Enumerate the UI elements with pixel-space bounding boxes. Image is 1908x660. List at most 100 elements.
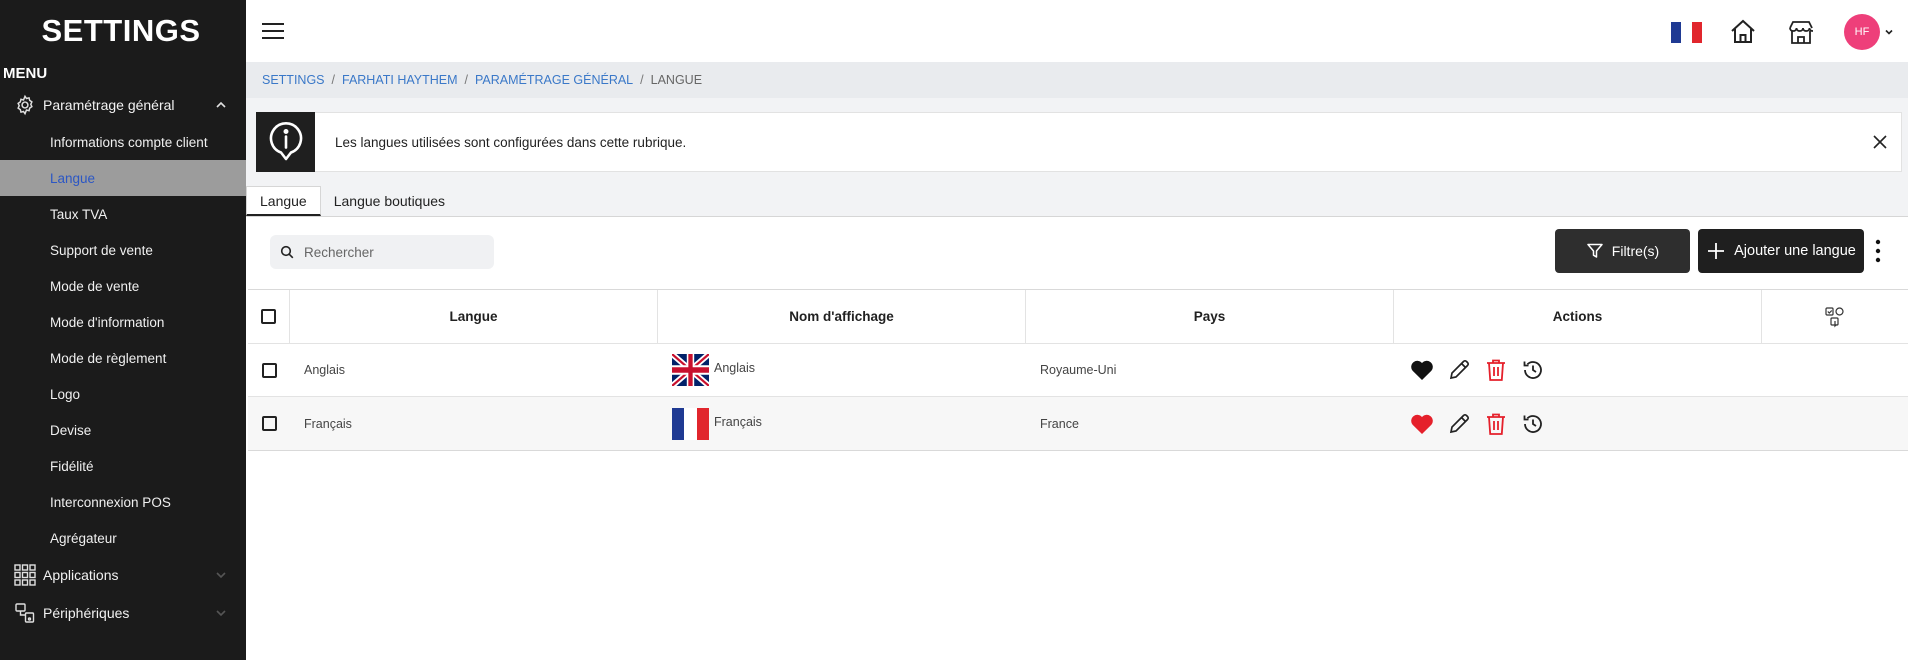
add-language-button[interactable]: Ajouter une langue: [1698, 229, 1864, 273]
sidebar-item-label: Mode de règlement: [50, 350, 167, 366]
home-icon[interactable]: [1728, 17, 1758, 47]
sidebar-item-label: Mode de vente: [50, 278, 140, 294]
sidebar-group-peripheriques[interactable]: Périphériques: [0, 594, 246, 632]
sidebar-item-fidelite[interactable]: Fidélité: [0, 448, 246, 484]
sidebar-item-label: Informations compte client: [50, 134, 208, 150]
sidebar-group-applications-label: Applications: [43, 567, 119, 583]
cell-nom-affichage: Français: [658, 397, 1026, 450]
fr-flag-icon: [672, 407, 709, 440]
cell-nom-affichage: Anglais: [658, 344, 1026, 396]
filter-icon: [1587, 243, 1603, 258]
cell-pays: Royaume-Uni: [1040, 363, 1117, 377]
breadcrumb-account[interactable]: FARHATI HAYTHEM: [342, 73, 458, 87]
row-select-cell: [248, 344, 290, 396]
grid-icon: [13, 563, 37, 587]
tab-langue-boutiques[interactable]: Langue boutiques: [321, 186, 458, 216]
sidebar-item-logo[interactable]: Logo: [0, 376, 246, 412]
sidebar-item-devise[interactable]: Devise: [0, 412, 246, 448]
history-icon[interactable]: [1519, 410, 1547, 438]
sidebar-item-mode-de-vente[interactable]: Mode de vente: [0, 268, 246, 304]
breadcrumb-current: LANGUE: [650, 73, 703, 87]
delete-trash-icon[interactable]: [1482, 410, 1510, 438]
row-checkbox[interactable]: [261, 362, 277, 378]
sidebar-item-label: Fidélité: [50, 458, 94, 474]
column-header-nom-affichage[interactable]: Nom d'affichage: [658, 290, 1026, 343]
column-header-pays[interactable]: Pays: [1026, 290, 1394, 343]
sidebar-item-langue[interactable]: Langue: [0, 160, 246, 196]
row-extra-cell: [1762, 344, 1908, 396]
sidebar-group-general[interactable]: Paramétrage général: [0, 86, 246, 124]
breadcrumb-parametrage-general[interactable]: PARAMÉTRAGE GÉNÉRAL: [475, 73, 633, 87]
sidebar: SETTINGS MENU Paramétrage général Inform…: [0, 0, 246, 660]
info-icon: [256, 112, 315, 172]
table-row: Français Français France: [248, 397, 1908, 450]
breadcrumb-separator: /: [331, 73, 335, 87]
close-icon[interactable]: [1871, 133, 1889, 151]
favorite-heart-icon[interactable]: [1408, 356, 1436, 384]
tab-langue[interactable]: Langue: [246, 186, 321, 216]
search-box: [270, 235, 494, 269]
user-avatar[interactable]: HF: [1844, 14, 1880, 50]
hamburger-menu-icon[interactable]: [260, 18, 286, 44]
languages-table: Langue Nom d'affichage Pays Actions Angl…: [248, 289, 1908, 451]
column-header-langue[interactable]: Langue: [290, 290, 658, 343]
row-select-cell: [248, 397, 290, 450]
favorite-heart-icon[interactable]: [1408, 410, 1436, 438]
plus-icon: [1708, 243, 1725, 259]
gear-icon: [13, 93, 37, 117]
top-bar: HF: [246, 0, 1908, 62]
delete-trash-icon[interactable]: [1482, 356, 1510, 384]
search-input[interactable]: [304, 244, 474, 260]
info-zone: Les langues utilisées sont configurées d…: [246, 98, 1908, 217]
more-options-icon[interactable]: [1870, 238, 1886, 264]
select-all-checkbox[interactable]: [261, 309, 276, 324]
sidebar-item-interconnexion-pos[interactable]: Interconnexion POS: [0, 484, 246, 520]
menu-label: MENU: [3, 65, 48, 82]
sidebar-item-label: Support de vente: [50, 242, 153, 258]
search-icon: [280, 245, 294, 259]
edit-pencil-icon[interactable]: [1445, 410, 1473, 438]
sidebar-group-peripheriques-label: Périphériques: [43, 605, 130, 621]
column-header-actions: Actions: [1394, 290, 1762, 343]
cell-actions: [1394, 397, 1762, 450]
chevron-up-icon: [216, 101, 226, 108]
column-settings-cell: [1762, 290, 1908, 343]
select-all-cell: [248, 290, 290, 343]
cell-actions: [1394, 344, 1762, 396]
tab-bar: Langue Langue boutiques: [246, 186, 1908, 217]
cell-langue: Français: [304, 416, 352, 431]
sidebar-item-label: Langue: [50, 170, 96, 186]
language-flag-fr-icon[interactable]: [1671, 21, 1702, 43]
sidebar-item-agregateur[interactable]: Agrégateur: [0, 520, 246, 556]
sidebar-item-mode-de-reglement[interactable]: Mode de règlement: [0, 340, 246, 376]
chevron-down-icon[interactable]: [1884, 27, 1894, 37]
store-icon[interactable]: [1786, 17, 1816, 47]
breadcrumb-settings[interactable]: SETTINGS: [262, 73, 325, 87]
sidebar-item-label: Mode d'information: [50, 314, 165, 330]
edit-pencil-icon[interactable]: [1445, 356, 1473, 384]
info-banner: Les langues utilisées sont configurées d…: [256, 112, 1902, 172]
display-name-text: Anglais: [714, 361, 755, 375]
sidebar-item-label: Interconnexion POS: [50, 494, 171, 510]
sidebar-item-label: Logo: [50, 386, 81, 402]
row-checkbox[interactable]: [261, 416, 277, 431]
column-settings-icon[interactable]: [1824, 306, 1846, 328]
sidebar-group-general-label: Paramétrage général: [43, 97, 175, 113]
sidebar-item-taux-tva[interactable]: Taux TVA: [0, 196, 246, 232]
history-icon[interactable]: [1519, 356, 1547, 384]
sidebar-item-support-de-vente[interactable]: Support de vente: [0, 232, 246, 268]
table-row: Anglais Anglais Royaume-Uni: [248, 344, 1908, 397]
filter-button[interactable]: Filtre(s): [1555, 229, 1690, 273]
uk-flag-icon: [672, 354, 709, 386]
chevron-down-icon: [216, 610, 226, 617]
breadcrumb-separator: /: [640, 73, 644, 87]
breadcrumb-separator: /: [464, 73, 468, 87]
table-header-row: Langue Nom d'affichage Pays Actions: [248, 290, 1908, 344]
sidebar-item-informations-compte-client[interactable]: Informations compte client: [0, 124, 246, 160]
filter-button-label: Filtre(s): [1611, 243, 1660, 259]
cell-langue: Anglais: [304, 363, 345, 377]
sidebar-item-mode-d-information[interactable]: Mode d'information: [0, 304, 246, 340]
display-name-text: Français: [714, 414, 762, 429]
sidebar-group-applications[interactable]: Applications: [0, 556, 246, 594]
info-banner-text: Les langues utilisées sont configurées d…: [335, 134, 687, 150]
